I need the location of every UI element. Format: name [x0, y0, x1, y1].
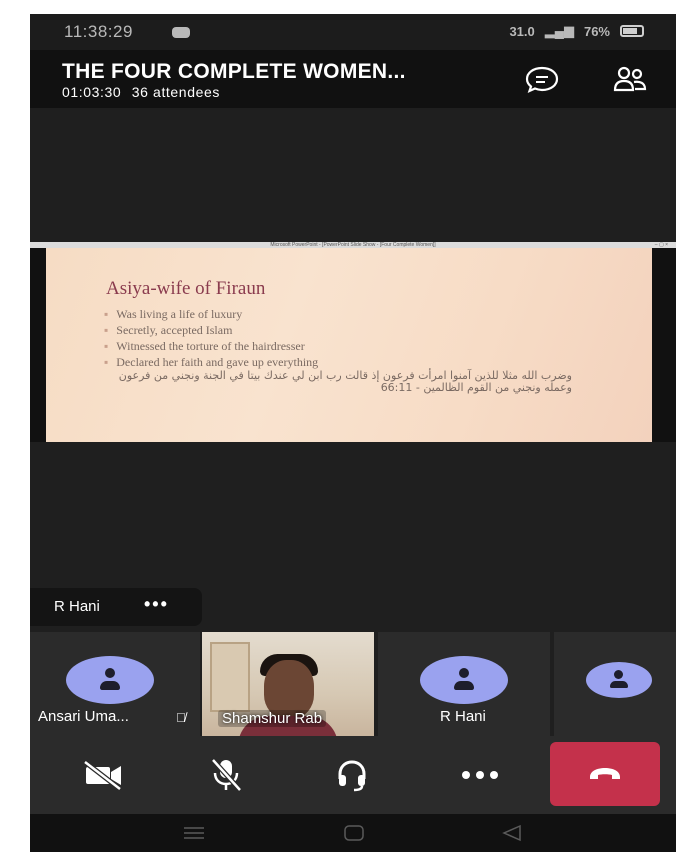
participant-tile[interactable]: [554, 632, 676, 736]
bullet-icon: ▪: [104, 339, 109, 353]
attendee-count: 36 attendees: [131, 84, 220, 100]
status-time: 11:38:29: [64, 22, 133, 41]
participants-button[interactable]: [610, 64, 650, 94]
camera-toggle-button[interactable]: [72, 748, 136, 802]
meeting-header: THE FOUR COMPLETE WOMEN... 01:03:30 36 a…: [30, 50, 676, 108]
participant-name: R Hani: [440, 708, 486, 725]
slide-bullet: ▪ Secretly, accepted Islam: [104, 323, 233, 337]
spotlight-name-chip[interactable]: R Hani •••: [30, 588, 202, 626]
people-icon: [613, 66, 647, 92]
slide-arabic-verse: وضرب الله مثلا للذين آمنوا امرأت فرعون إ…: [118, 369, 572, 394]
participant-name: Shamshur Rab: [218, 710, 327, 727]
person-icon: [105, 668, 115, 678]
battery-percent: 76%: [583, 23, 610, 39]
android-nav-bar: [30, 814, 676, 852]
call-controls: [30, 736, 676, 814]
signal-icon: ▂▄▆: [544, 23, 574, 38]
phone-hangup-icon: [590, 768, 620, 779]
more-icon: [462, 771, 498, 779]
mic-off-icon: [211, 758, 242, 792]
more-options-icon[interactable]: •••: [144, 594, 169, 615]
home-button[interactable]: [334, 822, 374, 844]
more-actions-button[interactable]: [448, 748, 512, 802]
bullet-icon: ▪: [104, 355, 109, 369]
headset-icon: [338, 760, 366, 792]
window-controls: – ▢ ×: [654, 242, 668, 248]
chat-icon: [525, 66, 559, 94]
battery-icon: [620, 25, 644, 37]
participant-tile[interactable]: Ansari Uma... 🎙̸: [30, 632, 200, 736]
status-indicators: 31.0 ▂▄▆ 76%: [509, 23, 644, 39]
hangup-button[interactable]: [550, 742, 660, 806]
mic-toggle-button[interactable]: [194, 748, 258, 802]
meeting-duration: 01:03:30: [62, 84, 122, 100]
back-triangle-icon: [502, 824, 521, 842]
video-door: [210, 642, 250, 712]
audio-button[interactable]: [320, 748, 384, 802]
slide-bullet: ▪ Declared her faith and gave up everythi…: [104, 355, 319, 369]
bullet-icon: ▪: [104, 307, 109, 321]
meeting-title: THE FOUR COMPLETE WOMEN...: [62, 60, 406, 83]
slide-bullet: ▪ Was living a life of luxury: [104, 307, 243, 321]
shared-screen: Microsoft PowerPoint - [PowerPoint Slide…: [30, 242, 676, 442]
recent-apps-button[interactable]: [174, 822, 214, 844]
avatar: [586, 662, 652, 698]
back-button[interactable]: [492, 822, 532, 844]
participant-name: Ansari Uma...: [38, 708, 129, 725]
spotlight-name: R Hani: [54, 598, 100, 615]
mic-off-icon: 🎙̸: [176, 710, 186, 725]
teams-meeting-screen: 11:38:29 31.0 ▂▄▆ 76% THE FOUR COMPLETE …: [30, 14, 676, 852]
notification-icon: [172, 27, 190, 38]
participant-strip: Ansari Uma... 🎙̸ Shamshur Rab R Hani: [30, 632, 676, 746]
slide-bullets: ▪ Was living a life of luxury ▪ Secretly, …: [104, 306, 318, 370]
participant-tile[interactable]: R Hani: [378, 632, 550, 736]
slide-heading: Asiya-wife of Firaun: [106, 278, 266, 299]
person-icon: [614, 670, 623, 679]
avatar: [66, 656, 154, 704]
video-off-icon: [83, 760, 122, 791]
chat-button[interactable]: [524, 64, 560, 94]
menu-lines-icon: [184, 827, 204, 839]
network-speed: 31.0: [509, 23, 535, 39]
person-icon-body: [610, 681, 628, 688]
slide-bullet: ▪ Witnessed the torture of the hairdresse…: [104, 339, 305, 353]
bullet-icon: ▪: [104, 323, 109, 337]
meeting-info: 01:03:30 36 attendees: [62, 84, 220, 100]
person-icon-body: [100, 681, 120, 690]
presentation-slide: Asiya-wife of Firaun ▪ Was living a life …: [46, 248, 652, 442]
home-square-icon: [344, 825, 364, 841]
person-icon: [459, 668, 469, 678]
person-icon-body: [454, 681, 474, 690]
status-bar: 11:38:29 31.0 ▂▄▆ 76%: [30, 14, 676, 50]
participant-video-tile[interactable]: Shamshur Rab: [202, 632, 374, 746]
avatar: [420, 656, 508, 704]
